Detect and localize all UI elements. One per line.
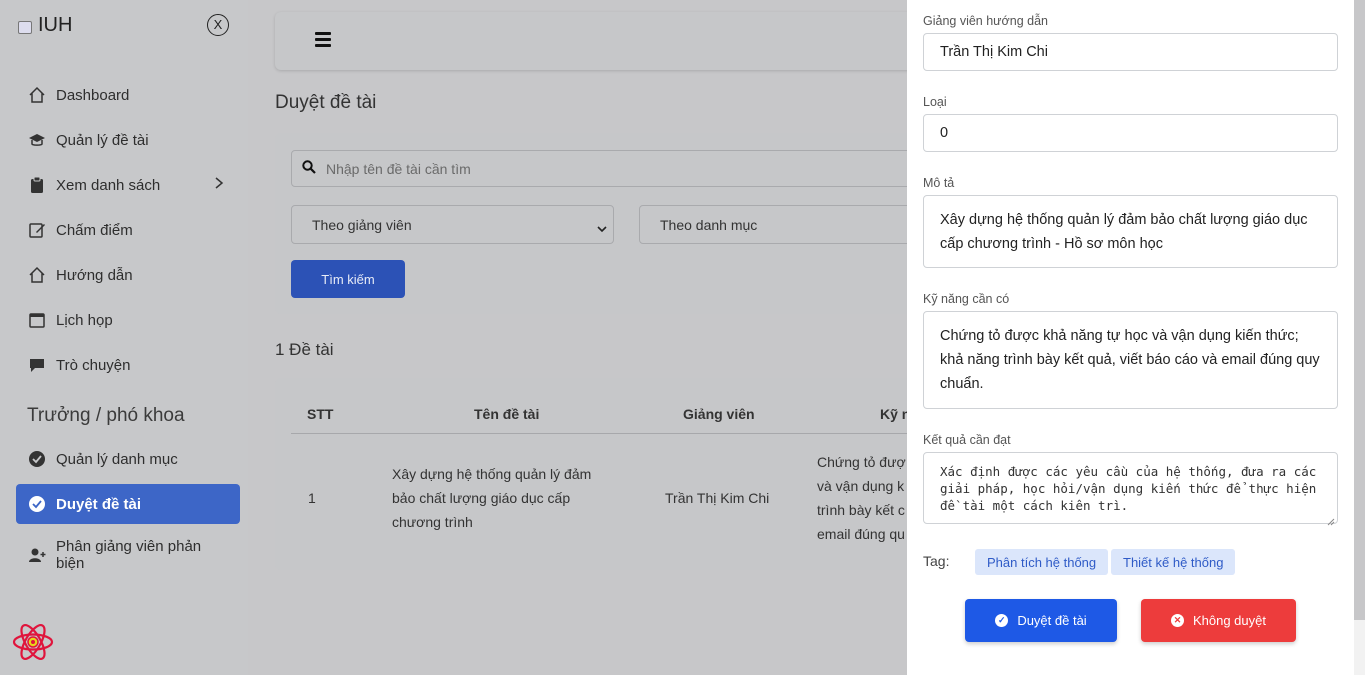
check-circle-icon: [28, 495, 46, 513]
chevron-right-icon: [214, 176, 224, 194]
tag-chip: Phân tích hệ thống: [975, 549, 1109, 575]
calendar-icon: [28, 311, 46, 329]
topic-detail-panel: Giảng viên hướng dẫn Trần Thị Kim Chi Lo…: [907, 0, 1354, 675]
broken-image-icon: [16, 17, 34, 35]
search-placeholder: Nhập tên đề tài cần tìm: [326, 160, 471, 177]
tag-chip: Thiết kế hệ thống: [1111, 549, 1236, 575]
clipboard-icon: [28, 176, 46, 194]
sidebar-item-huong-dan[interactable]: Hướng dẫn: [16, 255, 240, 295]
reject-button[interactable]: ✕ Không duyệt: [1141, 599, 1296, 642]
tag-label: Tag:: [923, 553, 950, 569]
column-header-skills: Kỹ n: [880, 406, 911, 422]
sidebar-item-lich-hop[interactable]: Lịch họp: [16, 300, 240, 340]
backdrop-edge: [1354, 0, 1365, 675]
result-textarea[interactable]: Xác định được các yêu cầu của hệ thống, …: [923, 452, 1338, 526]
sidebar-item-xem-danh-sach[interactable]: Xem danh sách: [16, 165, 240, 205]
cell-skills: Chứng tỏ đượ và vận dụng k trình bày kết…: [817, 454, 906, 542]
advisor-field[interactable]: Trần Thị Kim Chi: [923, 33, 1338, 71]
category-filter-value: Theo danh mục: [660, 216, 758, 233]
approve-button[interactable]: ✓ Duyệt đề tài: [965, 599, 1117, 642]
lecturer-filter-select[interactable]: Theo giảng viên: [291, 205, 614, 244]
check-circle-icon: ✓: [995, 614, 1009, 627]
check-circle-icon: [28, 450, 46, 468]
description-field[interactable]: Xây dựng hệ thống quản lý đảm bảo chất l…: [923, 195, 1338, 268]
top-bar: [275, 12, 925, 70]
brand-name: IUH: [38, 14, 73, 36]
sidebar-item-dashboard[interactable]: Dashboard: [16, 75, 240, 115]
sidebar-item-label: Chấm điểm: [56, 221, 133, 239]
search-icon: [302, 160, 316, 177]
sidebar-item-quan-ly-danh-muc[interactable]: Quản lý danh mục: [16, 439, 240, 479]
category-filter-select[interactable]: Theo danh mục: [639, 205, 939, 244]
reject-button-label: Không duyệt: [1192, 613, 1266, 628]
sidebar-item-duyet-de-tai[interactable]: Duyệt đề tài: [16, 484, 240, 524]
skills-field[interactable]: Chứng tỏ được khả năng tự học và vận dụn…: [923, 311, 1338, 409]
hamburger-menu-icon[interactable]: [315, 32, 331, 47]
chat-icon: [28, 356, 46, 374]
cell-lecturer: Trần Thị Kim Chi: [665, 490, 770, 506]
x-circle-icon: ✕: [1170, 614, 1184, 627]
home-icon: [28, 266, 46, 284]
sidebar-section-title: Trưởng / phó khoa: [27, 405, 185, 426]
sidebar-item-label: Duyệt đề tài: [56, 495, 142, 513]
sidebar-item-phan-giang-vien-phan-bien[interactable]: Phân giảng viên phản biện: [16, 535, 240, 575]
page-title: Duyệt đề tài: [275, 92, 377, 113]
sidebar-item-label: Xem danh sách: [56, 176, 161, 194]
edit-icon: [28, 221, 46, 239]
close-sidebar-button[interactable]: X: [207, 14, 229, 36]
brand[interactable]: IUH: [16, 14, 72, 37]
column-header-title: Tên đề tài: [474, 406, 540, 422]
column-header-lecturer: Giảng viên: [683, 406, 755, 422]
column-header-stt: STT: [307, 406, 334, 422]
advisor-label: Giảng viên hướng dẫn: [923, 14, 1048, 28]
type-field[interactable]: 0: [923, 114, 1338, 152]
result-text: Xác định được các yêu cầu của hệ thống, …: [940, 464, 1317, 513]
react-logo-icon[interactable]: [12, 621, 54, 663]
sidebar-item-label: Lịch họp: [56, 311, 113, 329]
cell-stt: 1: [308, 490, 316, 506]
type-label: Loại: [923, 95, 947, 109]
sidebar-item-quan-ly-de-tai[interactable]: Quản lý đề tài: [16, 120, 240, 160]
result-label: Kết quả cần đạt: [923, 433, 1011, 447]
sidebar-item-tro-chuyen[interactable]: Trò chuyện: [16, 345, 240, 385]
lecturer-filter-value: Theo giảng viên: [312, 216, 412, 233]
sidebar: IUH X Dashboard Quản lý đề tài Xem danh …: [0, 0, 248, 675]
resize-handle-icon[interactable]: [1327, 513, 1335, 526]
sidebar-item-label: Phân giảng viên phản biện: [56, 538, 202, 572]
table-header-divider: [291, 433, 931, 434]
topic-count: 1 Đề tài: [275, 340, 334, 359]
search-card: Nhập tên đề tài cần tìm Theo giảng viên …: [275, 133, 939, 314]
skills-label: Kỹ năng cần có: [923, 292, 1010, 306]
sidebar-item-label: Trò chuyện: [56, 356, 131, 374]
sidebar-item-cham-diem[interactable]: Chấm điểm: [16, 210, 240, 250]
sidebar-item-label: Quản lý danh mục: [56, 450, 178, 468]
graduation-cap-icon: [28, 131, 46, 149]
sidebar-item-label: Quản lý đề tài: [56, 131, 149, 149]
topics-table: STT Tên đề tài Giảng viên Kỹ n 1 Xây dựn…: [275, 378, 931, 570]
search-input[interactable]: Nhập tên đề tài cần tìm: [291, 150, 931, 187]
cell-title: Xây dựng hệ thống quản lý đảm bảo chất l…: [392, 466, 592, 530]
chevron-down-icon: [597, 220, 607, 236]
approve-button-label: Duyệt đề tài: [1017, 613, 1087, 628]
sidebar-item-label: Hướng dẫn: [56, 266, 133, 284]
user-plus-icon: [28, 546, 46, 564]
sidebar-item-label: Dashboard: [56, 86, 130, 104]
description-label: Mô tả: [923, 176, 955, 190]
home-icon: [28, 86, 46, 104]
search-button[interactable]: Tìm kiếm: [291, 260, 405, 298]
